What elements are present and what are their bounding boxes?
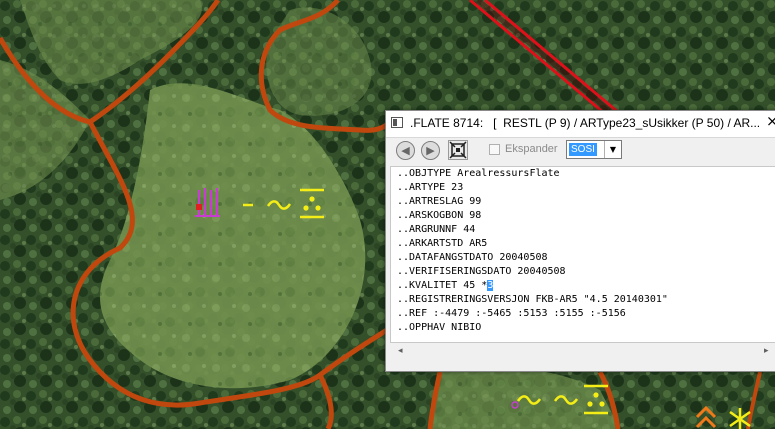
- text-line: ..ARTRESLAG 99: [397, 196, 482, 207]
- text-line: ..REGISTRERINGSVERSJON FKB-AR5 "4.5 2014…: [397, 294, 668, 305]
- text-line: ..OPPHAV NIBIO: [397, 322, 482, 333]
- text-line: ..ARTYPE 23: [397, 182, 464, 193]
- arrow-right-icon[interactable]: ▶: [421, 141, 440, 160]
- scroll-right-icon[interactable]: ▸: [764, 346, 769, 356]
- window-title: .FLATE 8714: [ RESTL (P 9) / ARType23_sU…: [410, 116, 761, 130]
- selected-text: 3: [487, 280, 494, 291]
- text-line: ..DATAFANGSTDATO 20040508: [397, 252, 548, 263]
- title-bar[interactable]: .FLATE 8714: [ RESTL (P 9) / ARType23_sU…: [386, 111, 775, 138]
- horizontal-scrollbar[interactable]: ◂ ▸: [390, 344, 775, 361]
- scroll-left-icon[interactable]: ◂: [398, 346, 403, 356]
- kvalitet-prefix: ..KVALITET 45 *: [397, 280, 488, 291]
- zoom-to-object-icon[interactable]: [448, 140, 468, 160]
- text-line: ..ARGRUNNF 44: [397, 224, 476, 235]
- format-select-value: SOSI: [569, 143, 597, 156]
- text-line: ..ARSKOGBON 98: [397, 210, 482, 221]
- text-line: ..ARKARTSTD AR5: [397, 238, 488, 249]
- object-text-area[interactable]: ..OBJTYPE ArealressursFlate ..ARTYPE 23 …: [390, 166, 775, 343]
- arrow-left-icon[interactable]: ◀: [396, 141, 415, 160]
- text-line: ..OBJTYPE ArealressursFlate: [397, 168, 560, 179]
- kvalitet-line: ..KVALITET 45 *3: [397, 279, 494, 293]
- expand-label: Ekspander: [505, 143, 558, 155]
- window-icon: [391, 117, 403, 128]
- expand-checkbox[interactable]: [489, 144, 500, 155]
- close-icon[interactable]: ×: [766, 112, 775, 130]
- object-info-window[interactable]: .FLATE 8714: [ RESTL (P 9) / ARType23_sU…: [385, 110, 775, 372]
- chevron-down-icon[interactable]: ▼: [604, 141, 621, 158]
- format-select[interactable]: SOSI ▼: [566, 140, 622, 159]
- toolbar: ◀ ▶ Ekspander SOSI ▼: [386, 138, 775, 164]
- text-line: ..VERIFISERINGSDATO 20040508: [397, 266, 566, 277]
- text-line: ..REF :-4479 :-5465 :5153 :5155 :-5156: [397, 308, 626, 319]
